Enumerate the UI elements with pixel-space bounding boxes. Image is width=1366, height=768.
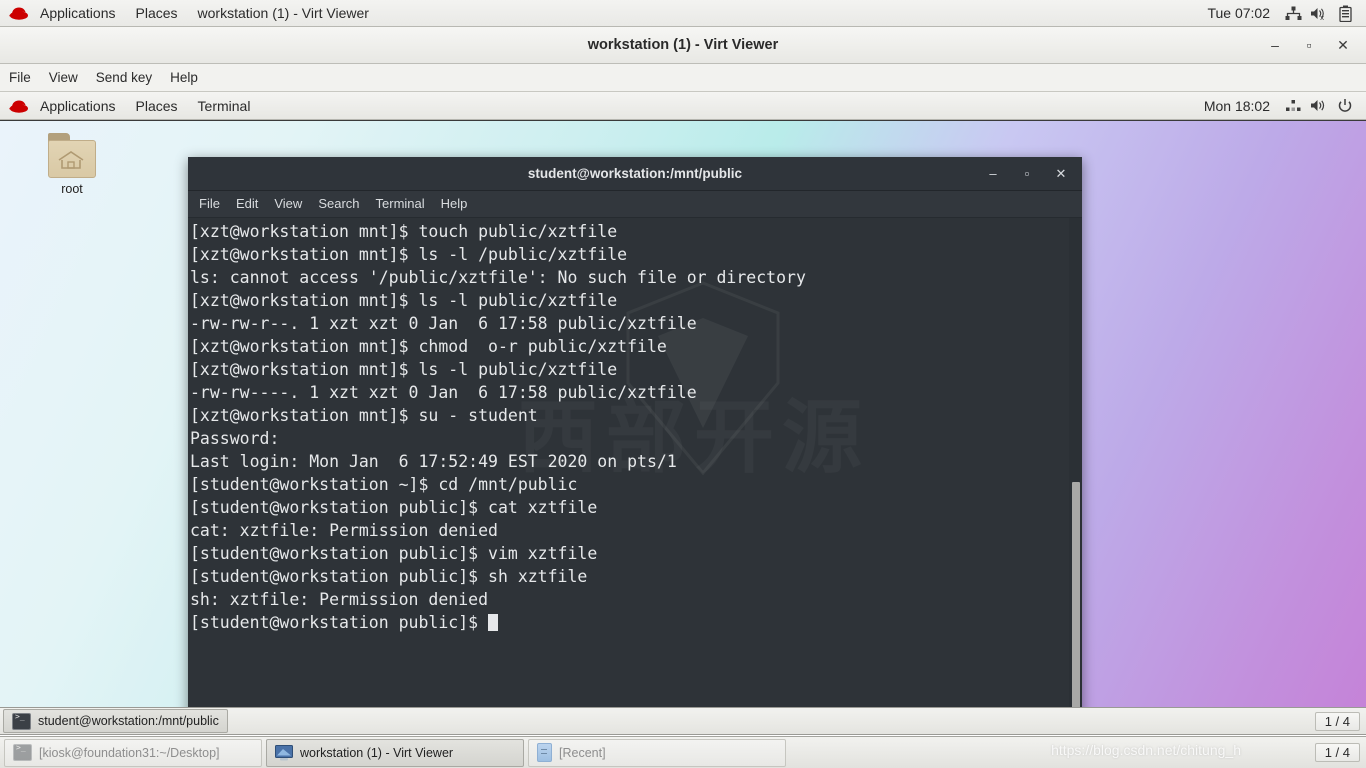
taskbar-item-label: student@workstation:/mnt/public	[38, 714, 219, 728]
terminal-cursor	[488, 614, 499, 631]
taskbar-item-label: [Recent]	[559, 745, 606, 760]
minimize-icon[interactable]: –	[976, 160, 1010, 188]
host-menu-applications[interactable]: Applications	[30, 0, 126, 26]
guest-taskbar: student@workstation:/mnt/public 1 / 4	[0, 707, 1366, 735]
terminal-scrollbar[interactable]	[1069, 218, 1082, 707]
guest-top-panel: Applications Places Terminal Mon 18:02	[0, 92, 1366, 120]
virt-viewer-window-controls: – ▫ ✕	[1258, 27, 1360, 63]
terminal-window-controls: – ▫ ✕	[976, 157, 1078, 190]
host-tray: Tue 07:02 x	[1197, 0, 1366, 26]
close-icon[interactable]: ✕	[1044, 160, 1078, 188]
volume-icon[interactable]	[1306, 96, 1332, 116]
terminal-line: [student@workstation ~]$ cd /mnt/public	[190, 475, 578, 494]
terminal-menu-file[interactable]: File	[191, 191, 228, 217]
guest-tray: Mon 18:02	[1194, 93, 1366, 119]
host-taskbar: [kiosk@foundation31:~/Desktop] workstati…	[0, 736, 1366, 768]
terminal-scrollbar-thumb[interactable]	[1072, 482, 1080, 707]
terminal-menu-edit[interactable]: Edit	[228, 191, 266, 217]
terminal-line: [student@workstation public]$ sh xztfile	[190, 567, 588, 586]
home-folder-icon	[44, 133, 100, 179]
terminal-line: ls: cannot access '/public/xztfile': No …	[190, 268, 806, 287]
host-clock[interactable]: Tue 07:02	[1197, 0, 1280, 26]
terminal-menu-terminal[interactable]: Terminal	[368, 191, 433, 217]
terminal-line: [xzt@workstation mnt]$ touch public/xztf…	[190, 222, 618, 241]
vv-menu-view[interactable]: View	[40, 64, 87, 91]
terminal-line: sh: xztfile: Permission denied	[190, 590, 489, 609]
guest-menu-applications[interactable]: Applications	[30, 93, 126, 119]
maximize-icon[interactable]: ▫	[1010, 160, 1044, 188]
terminal-prompt: [student@workstation public]$	[190, 611, 806, 634]
vv-menu-file[interactable]: File	[0, 64, 40, 91]
guest-menu-terminal[interactable]: Terminal	[188, 93, 261, 119]
virt-viewer-title: workstation (1) - Virt Viewer	[587, 37, 779, 53]
terminal-line: [xzt@workstation mnt]$ ls -l public/xztf…	[190, 360, 618, 379]
taskbar-item-kiosk-terminal[interactable]: [kiosk@foundation31:~/Desktop]	[4, 738, 262, 767]
terminal-output: [xzt@workstation mnt]$ touch public/xztf…	[190, 218, 806, 634]
terminal-line: Password:	[190, 429, 280, 448]
taskbar-item-label: [kiosk@foundation31:~/Desktop]	[39, 745, 220, 760]
terminal-line: [student@workstation public]$ vim xztfil…	[190, 544, 598, 563]
maximize-icon[interactable]: ▫	[1292, 30, 1326, 60]
terminal-title: student@workstation:/mnt/public	[527, 166, 743, 181]
terminal-prompt-text: [student@workstation public]$	[190, 613, 489, 632]
host-menu-places[interactable]: Places	[126, 0, 188, 26]
desktop-icon-root[interactable]: root	[40, 133, 104, 196]
taskbar-item-virt-viewer[interactable]: workstation (1) - Virt Viewer	[266, 738, 524, 767]
terminal-line: -rw-rw----. 1 xzt xzt 0 Jan 6 17:58 publ…	[190, 383, 697, 402]
monitor-icon	[275, 744, 293, 761]
terminal-menu-help[interactable]: Help	[433, 191, 476, 217]
vv-menu-send-key[interactable]: Send key	[87, 64, 161, 91]
terminal-titlebar: student@workstation:/mnt/public – ▫ ✕	[188, 157, 1082, 191]
desktop-wallpaper: root student@workstation:/mnt/public – ▫…	[0, 120, 1366, 707]
taskbar-item-recent[interactable]: [Recent]	[528, 738, 786, 767]
terminal-line: cat: xztfile: Permission denied	[190, 521, 498, 540]
svg-text:x: x	[1320, 14, 1324, 21]
virt-viewer-menubar: File View Send key Help	[0, 64, 1366, 92]
volume-muted-icon[interactable]: x	[1306, 3, 1332, 23]
terminal-body[interactable]: 西部开源 [xzt@workstation mnt]$ touch public…	[188, 218, 1082, 707]
host-top-panel: Applications Places workstation (1) - Vi…	[0, 0, 1366, 27]
vv-menu-help[interactable]: Help	[161, 64, 207, 91]
redhat-logo-icon	[8, 4, 30, 22]
redhat-logo-icon	[8, 97, 30, 115]
terminal-line: [xzt@workstation mnt]$ chmod o-r public/…	[190, 337, 667, 356]
minimize-icon[interactable]: –	[1258, 30, 1292, 60]
terminal-icon	[12, 712, 31, 730]
guest-workspace-indicator[interactable]: 1 / 4	[1314, 711, 1360, 731]
recent-icon	[537, 743, 552, 762]
network-icon[interactable]	[1280, 96, 1306, 116]
terminal-menubar: File Edit View Search Terminal Help	[188, 191, 1082, 218]
terminal-line: Last login: Mon Jan 6 17:52:49 EST 2020 …	[190, 452, 677, 471]
terminal-menu-search[interactable]: Search	[310, 191, 367, 217]
desktop-icon-label: root	[61, 182, 83, 196]
host-workspace-indicator[interactable]: 1 / 4	[1314, 743, 1360, 762]
guest-desktop: Applications Places Terminal Mon 18:02 r…	[0, 92, 1366, 707]
terminal-line: [student@workstation public]$ cat xztfil…	[190, 498, 598, 517]
terminal-menu-view[interactable]: View	[266, 191, 310, 217]
guest-clock[interactable]: Mon 18:02	[1194, 93, 1280, 119]
terminal-icon	[13, 743, 32, 761]
screen: Applications Places workstation (1) - Vi…	[0, 0, 1366, 768]
guest-menu-places[interactable]: Places	[126, 93, 188, 119]
terminal-line: [xzt@workstation mnt]$ su - student	[190, 406, 538, 425]
terminal-line: [xzt@workstation mnt]$ ls -l /public/xzt…	[190, 245, 628, 264]
network-icon[interactable]	[1280, 3, 1306, 23]
power-icon[interactable]	[1332, 96, 1358, 116]
taskbar-item-label: workstation (1) - Virt Viewer	[300, 745, 454, 760]
battery-icon[interactable]	[1332, 3, 1358, 23]
close-icon[interactable]: ✕	[1326, 30, 1360, 60]
terminal-line: -rw-rw-r--. 1 xzt xzt 0 Jan 6 17:58 publ…	[190, 314, 697, 333]
host-window-title[interactable]: workstation (1) - Virt Viewer	[188, 0, 379, 26]
virt-viewer-titlebar: workstation (1) - Virt Viewer – ▫ ✕	[0, 27, 1366, 64]
terminal-window: student@workstation:/mnt/public – ▫ ✕ Fi…	[188, 157, 1082, 707]
terminal-line: [xzt@workstation mnt]$ ls -l public/xztf…	[190, 291, 618, 310]
taskbar-item-terminal[interactable]: student@workstation:/mnt/public	[3, 709, 228, 733]
